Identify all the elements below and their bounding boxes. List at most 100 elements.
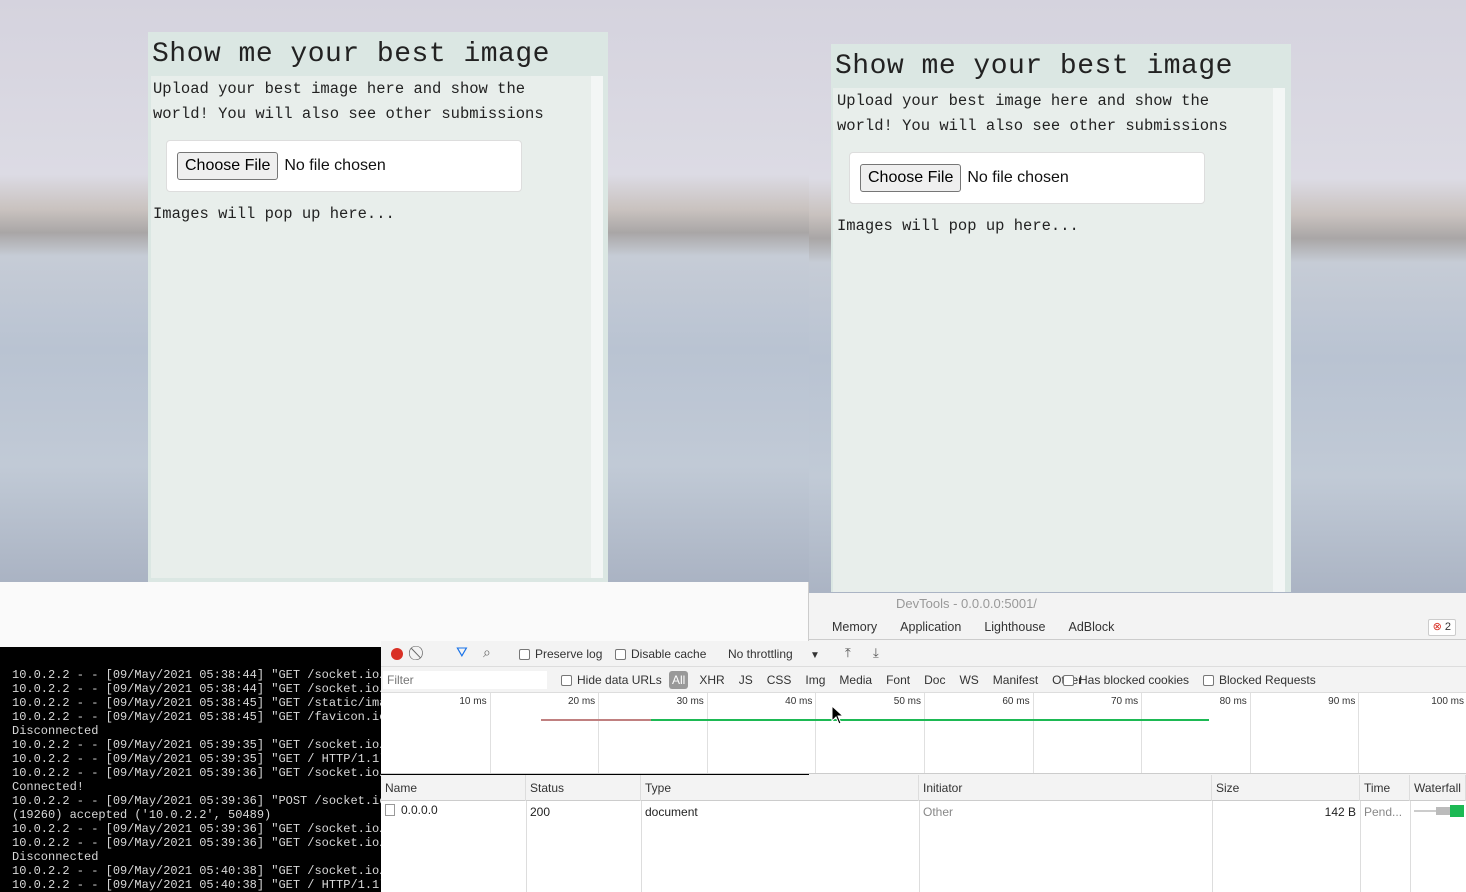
cell-size: 142 B <box>1324 805 1356 819</box>
choose-file-button[interactable]: Choose File <box>860 164 962 192</box>
type-filter-xhr[interactable]: XHR <box>696 671 727 689</box>
devtools-tab-adblock[interactable]: AdBlock <box>1068 620 1114 634</box>
type-filter-font[interactable]: Font <box>883 671 913 689</box>
content-panel: Upload your best image here and show the… <box>833 88 1285 592</box>
cell-status: 200 <box>530 805 551 819</box>
timeline-tick-label: 70 ms <box>1110 696 1139 707</box>
cell-time: Pend... <box>1364 805 1403 819</box>
error-icon: ⊗ <box>1432 621 1442 633</box>
timeline-gridline <box>598 693 600 773</box>
terminal-line: 10.0.2.2 - - [09/May/2021 05:38:45] "GET… <box>12 710 381 724</box>
column-header-size[interactable]: Size <box>1212 775 1360 801</box>
timeline-tick-label: 10 ms <box>459 696 487 707</box>
timeline-green-bar <box>651 719 1209 721</box>
column-header-type[interactable]: Type <box>641 775 919 801</box>
type-filter-media[interactable]: Media <box>836 671 875 689</box>
type-filter-js[interactable]: JS <box>736 671 756 689</box>
terminal-line: 10.0.2.2 - - [09/May/2021 05:40:38] "GET… <box>12 878 381 892</box>
timeline-overview[interactable]: 10 ms 20 ms 30 ms 40 ms 50 ms 60 ms 70 ms 80 ms… <box>381 693 1466 774</box>
has-blocked-cookies-checkbox[interactable]: Has blocked cookies <box>1063 673 1189 687</box>
timeline-tick-label: 30 ms <box>676 696 704 707</box>
terminal-line: 10.0.2.2 - - [09/May/2021 05:38:44] "GET… <box>12 668 381 682</box>
hide-data-urls-checkbox[interactable]: Hide data URLs <box>561 673 662 687</box>
timeline-tick-label: 80 ms <box>1219 696 1247 707</box>
column-header-initiator[interactable]: Initiator <box>919 775 1212 801</box>
page-title: Show me your best image <box>148 32 608 76</box>
devtools-tabbar: Memory Application Lighthouse AdBlock ⊗ 2 <box>809 614 1466 640</box>
terminal-line: 10.0.2.2 - - [09/May/2021 05:39:35] "GET… <box>12 738 381 752</box>
chevron-down-icon: ▼ <box>810 650 820 661</box>
timeline-tick-label: 90 ms <box>1328 696 1356 707</box>
terminal-line: 10.0.2.2 - - [09/May/2021 05:39:36] "GET… <box>12 822 381 836</box>
type-filter-ws[interactable]: WS <box>956 671 981 689</box>
timeline-gridline <box>706 693 708 773</box>
column-header-time[interactable]: Time <box>1360 775 1410 801</box>
timeline-gridline <box>815 693 817 773</box>
error-badge[interactable]: ⊗ 2 <box>1427 619 1456 636</box>
devtools-tab-application[interactable]: Application <box>900 620 961 634</box>
timeline-red-bar <box>541 719 651 721</box>
timeline-tick-label: 100 ms <box>1431 696 1464 707</box>
record-icon[interactable] <box>391 648 403 660</box>
timeline-gridline <box>1249 693 1251 773</box>
export-har-icon[interactable]: ⤓ <box>873 645 879 661</box>
page-title: Show me your best image <box>831 44 1291 88</box>
terminal-line: (19260) accepted ('10.0.2.2', 50489) <box>12 808 272 822</box>
requests-table: Name Status Type Initiator Size Time Waterfall… <box>381 775 1466 892</box>
left-app-card: Show me your best image Upload your best… <box>148 32 608 582</box>
timeline-gridline <box>924 693 925 773</box>
timeline-gridline <box>1141 693 1143 773</box>
terminal-lines: 10.0.2.2 - - [09/May/2021 05:38:44] "GET… <box>12 668 381 892</box>
timeline-tick-label: 20 ms <box>567 696 596 707</box>
type-filter-doc[interactable]: Doc <box>921 671 948 689</box>
blocked-requests-checkbox[interactable]: Blocked Requests <box>1203 673 1316 687</box>
disable-cache-checkbox[interactable]: Disable cache <box>615 647 706 661</box>
choose-file-button[interactable]: Choose File <box>177 152 279 180</box>
preserve-log-checkbox[interactable]: Preserve log <box>519 647 602 661</box>
terminal-line: 10.0.2.2 - - [09/May/2021 05:38:45] "GET… <box>12 696 381 710</box>
table-row[interactable]: 0.0.0.0 200 document Other 142 B Pend... <box>381 801 1466 823</box>
terminal-line: 10.0.2.2 - - [09/May/2021 05:39:36] "GET… <box>12 766 381 780</box>
column-header-waterfall[interactable]: Waterfall <box>1410 775 1466 801</box>
terminal-line: Disconnected <box>12 850 99 864</box>
column-header-name[interactable]: Name <box>381 775 526 801</box>
devtools-tab-memory[interactable]: Memory <box>832 620 877 634</box>
column-header-status[interactable]: Status <box>526 775 641 801</box>
description-text: Upload your best image here and show the… <box>153 80 544 123</box>
terminal-output[interactable]: 10.0.2.2 - - [09/May/2021 05:38:44] "GET… <box>0 647 381 892</box>
timeline-tick-label: 50 ms <box>893 696 921 707</box>
type-filter-img[interactable]: Img <box>802 671 828 689</box>
type-filter-manifest[interactable]: Manifest <box>990 671 1041 689</box>
import-har-icon[interactable]: ⤒ <box>845 645 851 661</box>
throttling-select[interactable]: No throttling ▼ <box>728 647 820 661</box>
terminal-line: 10.0.2.2 - - [09/May/2021 05:40:38] "GET… <box>12 864 381 878</box>
terminal-line: Connected! <box>12 780 85 794</box>
terminal-line: 10.0.2.2 - - [09/May/2021 05:39:36] "POS… <box>12 794 381 808</box>
terminal-line: 10.0.2.2 - - [09/May/2021 05:38:44] "GET… <box>12 682 381 696</box>
cell-type: document <box>645 805 698 819</box>
search-icon[interactable]: ⌕ <box>483 644 491 661</box>
filter-bar: Hide data URLs All XHR JS CSS Img Media Font Do… <box>381 667 1466 693</box>
content-panel: Upload your best image here and show the… <box>151 76 603 578</box>
waterfall-bar <box>1414 805 1464 817</box>
file-status: No file chosen <box>967 169 1069 186</box>
right-app-card: Show me your best image Upload your best… <box>831 44 1291 592</box>
document-icon <box>385 804 395 816</box>
filter-icon[interactable]: ⛛ <box>456 644 468 661</box>
network-toolbar: ⃠ ⛛ ⌕ Preserve log Disable cache No thro… <box>381 641 1466 667</box>
timeline-tick-label: 40 ms <box>785 696 813 707</box>
type-filter-all[interactable]: All <box>669 671 689 689</box>
filter-input[interactable] <box>383 671 547 689</box>
table-header: Name Status Type Initiator Size Time Waterfall <box>381 775 1466 801</box>
cell-name: 0.0.0.0 <box>385 803 522 817</box>
description-text: Upload your best image here and show the… <box>837 92 1228 135</box>
terminal-line: 10.0.2.2 - - [09/May/2021 05:39:36] "GET… <box>12 836 381 850</box>
timeline-gridline <box>1032 693 1034 773</box>
upload-box: Choose File No file chosen <box>849 152 1205 204</box>
cell-initiator: Other <box>923 805 954 819</box>
terminal-line: Disconnected <box>12 724 99 738</box>
type-filter-css[interactable]: CSS <box>764 671 795 689</box>
devtools-tab-lighthouse[interactable]: Lighthouse <box>984 620 1045 634</box>
mouse-cursor <box>831 705 845 725</box>
images-placeholder: Images will pop up here... <box>837 217 1079 235</box>
